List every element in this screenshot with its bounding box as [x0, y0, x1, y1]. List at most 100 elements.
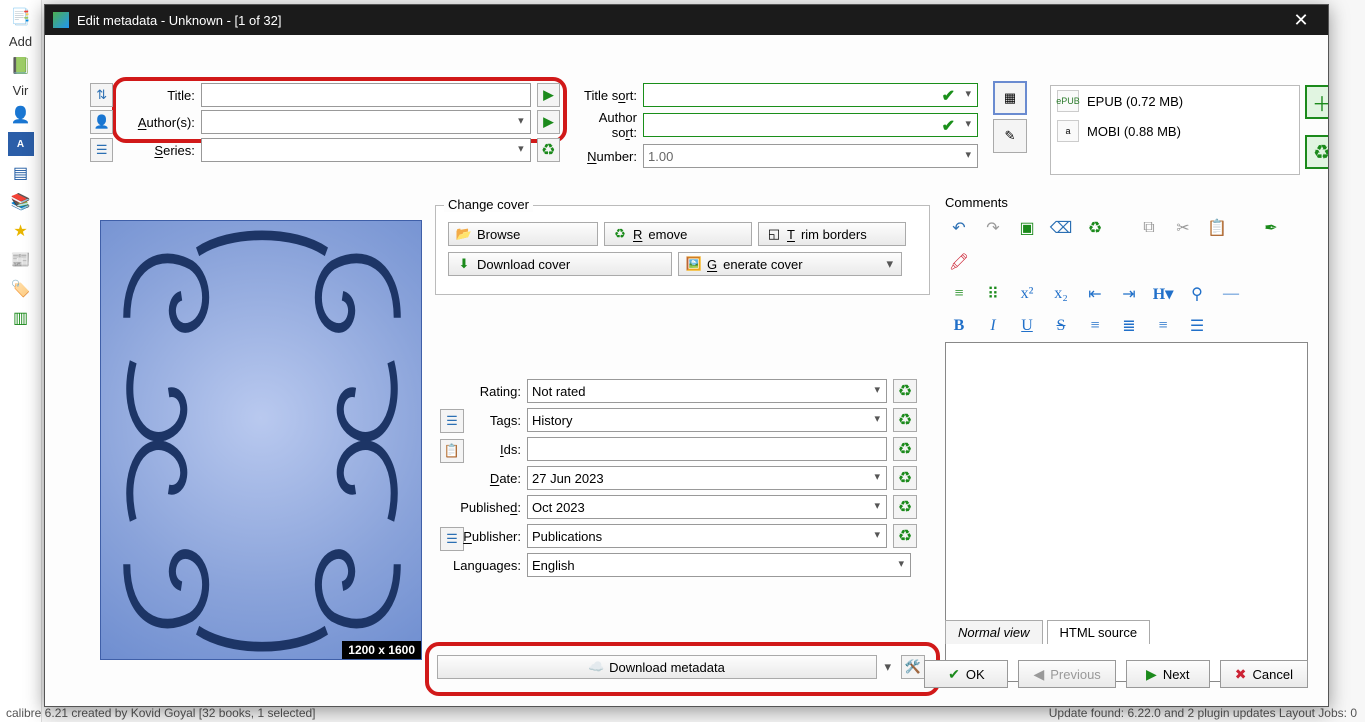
align-left-icon[interactable]: ≡ [1083, 314, 1107, 338]
strike-icon[interactable]: S [1049, 314, 1073, 338]
html-source-tab[interactable]: HTML source [1047, 620, 1151, 644]
download-metadata-button[interactable]: ☁️ Download metadata ▾ [437, 655, 877, 679]
author-sort-label: Author sort: [573, 110, 637, 140]
tags-clear[interactable]: ♻ [893, 408, 917, 432]
download-cover-button[interactable]: ⬇Download cover [448, 252, 672, 276]
edit-metadata-dialog: Edit metadata - Unknown - [1 of 32] ✕ ⇅ … [44, 4, 1329, 707]
outdent-icon[interactable]: ⇤ [1083, 282, 1107, 306]
title-sort-input[interactable]: ✔▾ [643, 83, 978, 107]
author-sort-input[interactable]: ✔▾ [643, 113, 978, 137]
titlebar: Edit metadata - Unknown - [1 of 32] ✕ [45, 5, 1328, 35]
rating-clear[interactable]: ♻ [893, 379, 917, 403]
sidebar-news-icon: 📰 [8, 248, 34, 272]
remove-format-icon[interactable]: ♻ [1083, 216, 1107, 240]
window-title: Edit metadata - Unknown - [1 of 32] [77, 13, 282, 28]
undo-icon[interactable]: ↶ [947, 216, 971, 240]
copy-icon[interactable]: ⧉ [1137, 216, 1161, 240]
series-clear-button[interactable]: ♻ [537, 138, 560, 162]
chevron-right-icon: ▶ [1146, 666, 1157, 683]
dialog-buttons: ✔OK ◀Previous ▶Next ✖Cancel [924, 660, 1308, 688]
heading-icon[interactable]: H▾ [1151, 282, 1175, 306]
comments-toolbar: ↶ ↷ ▣ ⌫ ♻ ⧉ ✂ 📋 ✒ 🖍 [945, 212, 1308, 278]
next-button[interactable]: ▶Next [1126, 660, 1210, 688]
statusbar-right: Update found: 6.22.0 and 2 plugin update… [1049, 706, 1357, 720]
sidebar-list-icon: ▤ [8, 161, 34, 185]
hr-icon[interactable]: ― [1219, 282, 1243, 306]
authors-input[interactable]: ▾ [201, 110, 531, 134]
number-input[interactable]: 1.00▾ [643, 144, 978, 168]
series-input[interactable]: ▾ [201, 138, 531, 162]
remove-format-button[interactable]: ♻ [1305, 135, 1328, 169]
browse-button[interactable]: 📂Browse [448, 222, 598, 246]
ordered-list-icon[interactable]: ≡ [947, 282, 971, 306]
normal-view-tab[interactable]: Normal view [945, 620, 1043, 644]
title-to-sort-button[interactable]: ▶ [537, 83, 560, 107]
italic-icon[interactable]: I [981, 314, 1005, 338]
cover-ornament [101, 221, 423, 661]
ids-input[interactable] [527, 437, 887, 461]
align-right-icon[interactable]: ≡ [1151, 314, 1175, 338]
underline-icon[interactable]: U [1015, 314, 1039, 338]
publisher-clear[interactable]: ♻ [893, 524, 917, 548]
rating-input[interactable]: Not rated▾ [527, 379, 887, 403]
configure-download-icon[interactable]: 🛠️ [901, 655, 925, 679]
ok-button[interactable]: ✔OK [924, 660, 1008, 688]
authors-label: Author(s): [119, 115, 195, 130]
background-color-icon[interactable]: 🖍 [947, 250, 971, 274]
trim-borders-button[interactable]: ◱Trim borders [758, 222, 906, 246]
cover-preview[interactable]: 1200 x 1600 [100, 220, 422, 660]
crop-icon: ◱ [767, 227, 781, 241]
ids-clear[interactable]: ♻ [893, 437, 917, 461]
superscript-icon[interactable]: x² [1015, 282, 1039, 306]
app-icon [53, 12, 69, 28]
unordered-list-icon[interactable]: ⠿ [981, 282, 1005, 306]
image-icon: 🖼️ [687, 257, 701, 271]
title-input[interactable] [201, 83, 531, 107]
author-to-sort-button[interactable]: ▶ [537, 110, 560, 134]
add-label: Add [0, 34, 41, 49]
generate-cover-button[interactable]: 🖼️Generate cover▾ [678, 252, 902, 276]
cover-dimensions: 1200 x 1600 [342, 641, 421, 659]
swap-title-author-icon[interactable]: ⇅ [90, 83, 113, 107]
cancel-button[interactable]: ✖Cancel [1220, 660, 1308, 688]
statusbar-left: calibre 6.21 created by Kovid Goyal [32 … [6, 706, 316, 720]
paste-icon[interactable]: 📋 [1205, 216, 1229, 240]
text-color-icon[interactable]: ✒ [1259, 216, 1283, 240]
published-input[interactable]: Oct 2023▾ [527, 495, 887, 519]
cover-preview-icon[interactable]: ▦ [993, 81, 1027, 115]
redo-icon[interactable]: ↷ [981, 216, 1005, 240]
rating-label: Rating: [443, 384, 521, 399]
eraser-icon[interactable]: ⌫ [1049, 216, 1073, 240]
previous-button[interactable]: ◀Previous [1018, 660, 1115, 688]
download-icon: ⬇ [457, 257, 471, 271]
format-mobi[interactable]: a MOBI (0.88 MB) [1051, 116, 1299, 146]
series-icon[interactable]: ☰ [90, 138, 113, 162]
publisher-input[interactable]: Publications▾ [527, 524, 887, 548]
manage-authors-icon[interactable]: 👤 [90, 110, 113, 134]
align-justify-icon[interactable]: ☰ [1185, 314, 1209, 338]
languages-input[interactable]: English▾ [527, 553, 911, 577]
cut-icon[interactable]: ✂ [1171, 216, 1195, 240]
tags-input[interactable]: History▾ [527, 408, 887, 432]
link-icon[interactable]: ⚲ [1185, 282, 1209, 306]
recycle-icon: ♻ [613, 227, 627, 241]
date-clear[interactable]: ♻ [893, 466, 917, 490]
change-cover-group: Change cover 📂Browse ♻Remove ◱Trim borde… [435, 205, 930, 295]
bold-icon[interactable]: B [947, 314, 971, 338]
remove-button[interactable]: ♻Remove [604, 222, 752, 246]
select-all-icon[interactable]: ▣ [1015, 216, 1039, 240]
comments-toolbar-2: ≡ ⠿ x² x₂ ⇤ ⇥ H▾ ⚲ ― [945, 278, 1308, 310]
languages-label: Languages: [443, 558, 521, 573]
add-format-button[interactable]: ＋ [1305, 85, 1328, 119]
title-label: Title: [119, 88, 195, 103]
close-icon[interactable]: ✕ [1282, 10, 1320, 31]
published-clear[interactable]: ♻ [893, 495, 917, 519]
indent-icon[interactable]: ⇥ [1117, 282, 1141, 306]
sidebar-tag-icon: 🏷️ [8, 277, 34, 301]
check-icon: ✔ [948, 666, 960, 683]
date-input[interactable]: 27 Jun 2023▾ [527, 466, 887, 490]
format-epub[interactable]: ePUB EPUB (0.72 MB) [1051, 86, 1299, 116]
edit-icon[interactable]: ✎ [993, 119, 1027, 153]
subscript-icon[interactable]: x₂ [1049, 282, 1073, 306]
align-center-icon[interactable]: ≣ [1117, 314, 1141, 338]
